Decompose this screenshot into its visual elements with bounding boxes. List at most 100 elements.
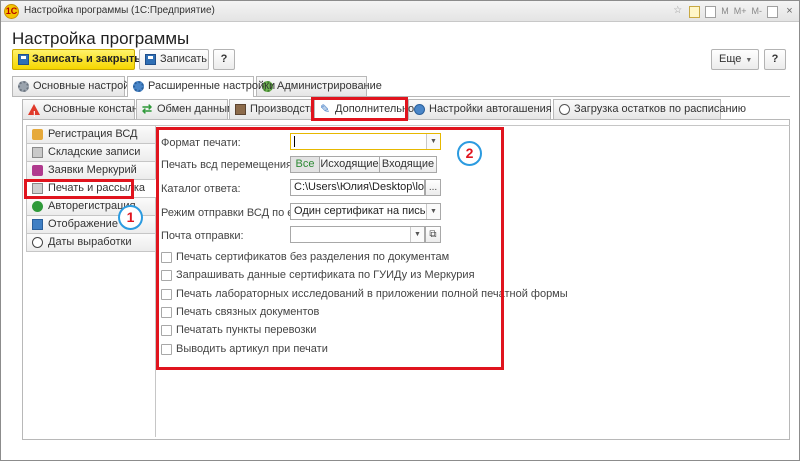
section-label: Печать и рассылка (48, 182, 146, 194)
app-logo: 1C (4, 4, 19, 19)
print-vsd-option-outgoing[interactable]: Исходящие (319, 156, 380, 173)
tab-auto-cancel-settings[interactable]: Настройки автогашения ВСД (408, 99, 577, 119)
checkbox-label: Печать сертификатов без разделения по до… (176, 251, 450, 263)
tab-label: Дополнительно (335, 103, 415, 115)
help-button-right[interactable]: ? (764, 49, 786, 70)
favorite-star-icon[interactable]: ☆ (671, 4, 684, 18)
clock-icon (559, 104, 570, 115)
tab-label: Основные константы (43, 103, 151, 115)
memory-plus-button[interactable]: M+ (734, 4, 747, 18)
warehouse-icon (32, 147, 43, 158)
checkbox-label: Запрашивать данные сертификата по ГУИДу … (176, 269, 475, 281)
save-label: Записать (160, 53, 208, 65)
checkbox[interactable] (161, 307, 172, 318)
chevron-down-icon[interactable]: ▼ (410, 227, 424, 242)
reply-dir-field[interactable]: C:\Users\Юлия\Desktop\log\ (290, 179, 425, 196)
reply-dir-label: Каталог ответа: (161, 183, 241, 195)
tab-scheduled-load[interactable]: Загрузка остатков по расписанию (553, 99, 746, 119)
maximize-icon[interactable] (767, 5, 778, 18)
tab-extended-settings[interactable]: Расширенные настройки (127, 76, 275, 97)
title-bar: 1C Настройка программы (1С:Предприятие) … (1, 1, 799, 22)
section-item-warehouse-records[interactable]: Складские записи (26, 143, 156, 162)
sync-icon: ⇄ (142, 102, 153, 116)
print-format-label: Формат печати: (161, 137, 241, 149)
factory-icon (235, 104, 246, 115)
window-title: Настройка программы (1С:Предприятие) (24, 5, 215, 16)
email-mode-value: Один сертификат на письмо (294, 205, 440, 217)
bulb-icon (414, 104, 425, 115)
memory-minus-button[interactable]: M- (752, 4, 763, 18)
tab-label: Расширенные настройки (148, 80, 276, 92)
section-label: Заявки Меркурий (48, 164, 137, 176)
print-vsd-label: Печать всд перемещения: (161, 159, 296, 171)
save-icon (18, 54, 29, 65)
annotation-marker-1: 1 (118, 205, 143, 230)
section-list: Регистрация ВСД Складские записи Заявки … (26, 125, 156, 252)
tab-main-settings[interactable]: Основные настройки (12, 76, 140, 96)
open-mail-button[interactable]: ⧉ (425, 226, 441, 243)
pen-icon: ✎ (320, 102, 331, 116)
more-button[interactable]: Еще ▼ (711, 49, 759, 70)
mail-select[interactable]: ▼ (290, 226, 425, 243)
section-label: Отображение (48, 218, 118, 230)
text-cursor (294, 135, 295, 147)
save-button[interactable]: Записать (139, 49, 209, 70)
registration-icon (32, 129, 43, 140)
mercury-icon (32, 165, 43, 176)
chevron-down-icon[interactable]: ▼ (426, 204, 440, 219)
note-icon[interactable] (689, 5, 701, 18)
checkbox[interactable] (161, 289, 172, 300)
document-icon[interactable] (705, 5, 717, 18)
tab-label: Производство (250, 103, 322, 115)
help-button[interactable]: ? (213, 49, 235, 70)
save-and-close-button[interactable]: Записать и закрыть (12, 49, 141, 70)
save-icon (145, 54, 156, 65)
checkbox-label: Выводить артикул при печати (176, 343, 328, 355)
printer-icon (32, 183, 43, 194)
checkbox[interactable] (161, 270, 172, 281)
open-icon: ⧉ (429, 229, 437, 240)
browse-folder-button[interactable]: ... (425, 179, 441, 196)
check-icon (32, 201, 43, 212)
settings-panel (155, 125, 790, 437)
gear-icon (18, 81, 29, 92)
section-label: Регистрация ВСД (48, 128, 138, 140)
chevron-down-icon[interactable]: ▼ (426, 134, 440, 149)
tab-label: Администрирование (277, 80, 382, 92)
annotation-marker-2: 2 (457, 141, 482, 166)
print-format-field[interactable]: ▼ (290, 133, 441, 150)
checkbox-label: Печать связных документов (176, 306, 320, 318)
tab-label: Основные настройки (33, 80, 141, 92)
app-window: 1C Настройка программы (1С:Предприятие) … (0, 0, 800, 461)
checkbox[interactable] (161, 325, 172, 336)
tab-basic-constants[interactable]: Основные константы (22, 99, 151, 124)
checkbox[interactable] (161, 344, 172, 355)
section-label: Складские записи (48, 146, 141, 158)
checkbox[interactable] (161, 252, 172, 263)
chevron-down-icon: ▼ (745, 57, 753, 64)
monitor-icon (32, 219, 43, 230)
print-vsd-option-incoming[interactable]: Входящие (379, 156, 437, 173)
tab-additional[interactable]: ✎ Дополнительно (314, 99, 414, 119)
checkbox-label: Печать лабораторных исследований в прило… (176, 288, 568, 300)
section-item-print-and-mailing[interactable]: Печать и рассылка (26, 179, 156, 198)
memory-m-button[interactable]: M (721, 4, 729, 18)
warning-icon (28, 104, 40, 124)
section-label: Даты выработки (48, 236, 132, 248)
tab-data-exchange[interactable]: ⇄ Обмен данными (136, 99, 241, 119)
tab-label: Загрузка остатков по расписанию (574, 103, 746, 115)
print-vsd-option-all[interactable]: Все (290, 156, 320, 173)
close-icon[interactable]: × (783, 4, 796, 18)
title-bar-controls: ☆ M M+ M- × (671, 3, 796, 19)
section-item-mercury-requests[interactable]: Заявки Меркурий (26, 161, 156, 180)
save-and-close-label: Записать и закрыть (32, 53, 142, 65)
tab-production[interactable]: Производство (229, 99, 322, 119)
email-mode-select[interactable]: Один сертификат на письмо ▼ (290, 203, 441, 220)
more-label: Еще (719, 53, 742, 65)
page-title: Настройка программы (12, 29, 190, 48)
clock-icon (32, 237, 43, 248)
gear-blue-icon (133, 81, 144, 92)
section-item-vsd-registration[interactable]: Регистрация ВСД (26, 125, 156, 144)
section-item-production-dates[interactable]: Даты выработки (26, 233, 156, 252)
checkbox-label: Печатать пункты перевозки (176, 324, 317, 336)
